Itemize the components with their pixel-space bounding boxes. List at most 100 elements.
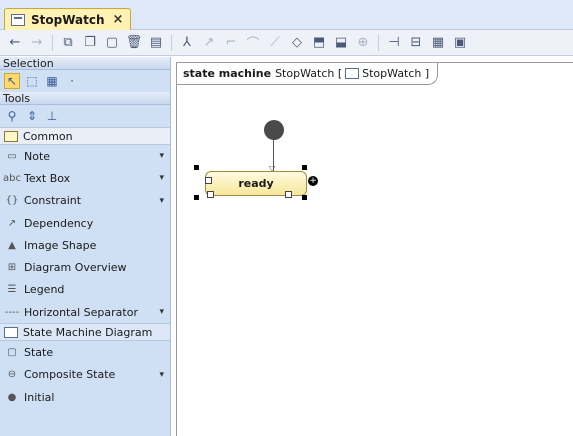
format-painter-icon[interactable]: ⊕	[354, 34, 372, 52]
palette-item-constraint[interactable]: {} Constraint ▾	[0, 190, 170, 212]
palette-item-label: Initial	[24, 390, 55, 404]
layout-icon[interactable]: ⅄	[178, 34, 196, 52]
path-bezier-icon[interactable]: ⌒	[244, 34, 262, 52]
frame-keyword: state machine	[183, 67, 272, 80]
palette-item-label: Horizontal Separator	[24, 305, 138, 319]
selection-handle[interactable]	[194, 165, 199, 170]
palette-item-image-shape[interactable]: ▲ Image Shape	[0, 234, 170, 256]
palette-item-composite-state[interactable]: ⊖ Composite State ▾	[0, 364, 170, 386]
path-style-icon[interactable]: ↗	[200, 34, 218, 52]
initial-pseudostate[interactable]	[264, 120, 284, 140]
palette-item-label: Image Shape	[24, 238, 97, 252]
bring-front-icon[interactable]: ⬒	[310, 34, 328, 52]
diagram-canvas[interactable]: state machine StopWatch [ StopWatch ] ▽ …	[172, 57, 573, 436]
diagram-nav-icon[interactable]: ⧉	[59, 34, 77, 52]
expand-arrow-icon[interactable]: ▾	[159, 151, 164, 161]
folder-icon	[4, 130, 18, 142]
path-oblique-icon[interactable]: ⟋	[266, 34, 284, 52]
region-icon[interactable]	[207, 191, 214, 198]
diagram-overview-icon: ⊞	[7, 262, 17, 274]
distribute-icon[interactable]: ⊟	[407, 34, 425, 52]
zoom-icon[interactable]: ▣	[451, 34, 469, 52]
text-box-icon: abc	[3, 172, 21, 184]
palette-item-label: Note	[24, 149, 51, 163]
palette-item-horizontal-separator[interactable]: ---- Horizontal Separator ▾	[0, 301, 170, 323]
palette-item-label: Dependency	[24, 216, 94, 230]
add-region-icon[interactable]: +	[308, 176, 318, 186]
expand-arrow-icon[interactable]: ▾	[159, 307, 164, 317]
tab-close-icon[interactable]: ×	[113, 12, 124, 27]
state-machine-diagram-icon	[4, 326, 18, 338]
selection-handle[interactable]	[194, 195, 199, 200]
palette-item-label: Legend	[24, 283, 65, 297]
copy-icon[interactable]: ❐	[81, 34, 99, 52]
selection-header: Selection	[0, 57, 170, 70]
palette-item-initial[interactable]: ● Initial	[0, 386, 170, 408]
composite-marker-icon[interactable]	[285, 191, 292, 198]
frame-bracket-close: ]	[421, 67, 430, 80]
align-icon[interactable]: ⊣	[385, 34, 403, 52]
lasso-select-icon[interactable]: ▦	[44, 73, 60, 89]
group-sm-label: State Machine Diagram	[23, 325, 153, 339]
horizontal-separator-icon: ----	[4, 306, 20, 318]
selection-tools: ↖ ⬚ ▦ ·	[0, 70, 170, 92]
insert-space-icon[interactable]: ⇕	[24, 108, 40, 124]
group-common-label: Common	[23, 129, 73, 143]
group-state-machine-diagram[interactable]: State Machine Diagram	[0, 323, 170, 342]
grid-icon[interactable]: ▦	[429, 34, 447, 52]
expand-arrow-icon[interactable]: ▾	[159, 370, 164, 380]
hierarchy-tool-icon[interactable]: ⊥	[44, 108, 60, 124]
back-arrow-icon[interactable]: ←	[6, 34, 24, 52]
group-common[interactable]: Common	[0, 127, 170, 145]
print-icon[interactable]: ▤	[147, 34, 165, 52]
selection-handle[interactable]	[302, 195, 307, 200]
tab-stopwatch[interactable]: StopWatch ×	[4, 8, 131, 30]
palette-item-dependency[interactable]: ↗ Dependency	[0, 212, 170, 234]
marquee-select-icon[interactable]: ⬚	[24, 73, 40, 89]
palette-item-label: Text Box	[24, 171, 71, 185]
send-back-icon[interactable]: ⬓	[332, 34, 350, 52]
palette-item-state[interactable]: ▢ State	[0, 341, 170, 363]
fill-color-icon[interactable]: ◇	[288, 34, 306, 52]
diagram-toolbar: ← → ⧉ ❐ ▢ 🗑 ▤ ⅄ ↗ ⌐ ⌒ ⟋ ◇ ⬒ ⬓ ⊕ ⊣ ⊟ ▦ ▣	[0, 30, 573, 56]
palette-item-label: Composite State	[24, 368, 116, 382]
palette-item-legend[interactable]: ☰ Legend	[0, 279, 170, 301]
diagram-frame-header: state machine StopWatch [ StopWatch ]	[177, 63, 439, 85]
tools-header: Tools	[0, 92, 170, 105]
toolbar-separator	[171, 34, 172, 51]
palette-item-note[interactable]: ▭ Note ▾	[0, 145, 170, 167]
state-machine-diagram-icon	[11, 13, 25, 26]
stamp-tool-icon[interactable]: ⚲	[4, 108, 20, 124]
constraint-icon: {}	[5, 195, 19, 207]
state-label: ready	[238, 177, 274, 190]
initial-icon: ●	[7, 391, 17, 403]
frame-ref: StopWatch	[362, 67, 422, 80]
palette-item-text-box[interactable]: abc Text Box ▾	[0, 167, 170, 189]
selection-handle[interactable]	[302, 165, 307, 170]
composite-state-icon: ⊖	[7, 369, 17, 381]
editor-tab-strip: StopWatch ×	[0, 0, 573, 30]
note-icon: ▭	[7, 150, 17, 162]
diagram-palette: Selection ↖ ⬚ ▦ · Tools ⚲ ⇕ ⊥ Common ▭ N…	[0, 57, 171, 436]
delete-icon[interactable]: 🗑	[125, 34, 143, 52]
tab-title: StopWatch	[31, 12, 105, 27]
expand-arrow-icon[interactable]: ▾	[159, 196, 164, 206]
expand-arrow-icon[interactable]: ▾	[159, 173, 164, 183]
palette-item-label: State	[24, 346, 54, 360]
palette-item-label: Diagram Overview	[24, 261, 127, 275]
palette-item-diagram-overview[interactable]: ⊞ Diagram Overview	[0, 256, 170, 278]
toolbar-separator	[52, 34, 53, 51]
diagram-frame[interactable]: state machine StopWatch [ StopWatch ] ▽ …	[176, 62, 573, 436]
new-diagram-icon[interactable]: ▢	[103, 34, 121, 52]
pointer-tool-icon[interactable]: ↖	[4, 73, 20, 89]
frame-name: StopWatch	[275, 67, 335, 80]
dependency-icon: ↗	[7, 217, 17, 229]
legend-icon: ☰	[7, 284, 17, 296]
tools-row: ⚲ ⇕ ⊥	[0, 105, 170, 127]
frame-bracket-open: [	[334, 67, 343, 80]
selection-more-icon[interactable]: ·	[64, 73, 80, 89]
forward-arrow-icon[interactable]: →	[28, 34, 46, 52]
path-rectilinear-icon[interactable]: ⌐	[222, 34, 240, 52]
state-machine-diagram-icon	[345, 68, 360, 79]
collapse-icon[interactable]	[205, 177, 212, 184]
